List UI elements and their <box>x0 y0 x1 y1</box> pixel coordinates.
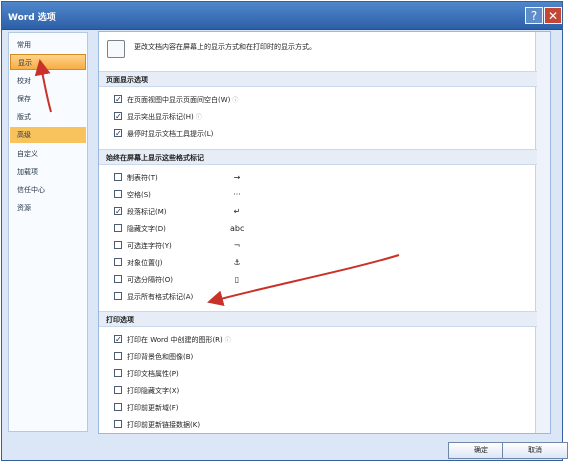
page-display-section: 页面显示选项 <box>99 71 537 87</box>
hidden-text-mark-icon: abc <box>230 224 245 233</box>
mark-option-tab[interactable]: 制表符(T) → <box>114 171 240 185</box>
intro-text: 更改文档内容在屏幕上的显示方式和在打印时的显示方式。 <box>134 43 316 51</box>
checkbox[interactable] <box>114 333 122 347</box>
option-label: 段落标记(M) <box>127 208 167 216</box>
mark-option-optional-break[interactable]: 可选分隔符(O) ▯ <box>114 273 239 287</box>
checkbox[interactable] <box>114 275 122 283</box>
option-label: 在页面视图中显示页面间空白(W) <box>127 96 231 104</box>
checkbox[interactable] <box>114 110 122 124</box>
sidebar-item-advanced[interactable]: 高级 <box>10 127 86 143</box>
sidebar-item-customize[interactable]: 自定义 <box>10 146 86 162</box>
mark-option-hidden-text[interactable]: 隐藏文字(D) abc <box>114 222 244 236</box>
document-icon <box>107 40 125 58</box>
option-label: 打印隐藏文字(X) <box>127 387 180 395</box>
option-label: 显示所有格式标记(A) <box>127 293 194 301</box>
sidebar-item-popular[interactable]: 常用 <box>10 37 86 53</box>
title-bar: Word 选项 ? ✕ <box>2 2 562 30</box>
checkbox[interactable] <box>114 241 122 249</box>
paragraph-mark-icon: ↵ <box>233 207 241 216</box>
sidebar-item-save[interactable]: 保存 <box>10 91 86 107</box>
formatting-marks-section: 始终在屏幕上显示这些格式标记 <box>99 149 537 165</box>
cancel-button[interactable]: 取消 <box>502 442 568 459</box>
hyphen-mark-icon: ¬ <box>233 241 241 250</box>
sidebar-item-display[interactable]: 显示 <box>10 54 86 70</box>
checkbox[interactable] <box>114 403 122 411</box>
anchor-icon: ⚓ <box>233 258 241 267</box>
close-button[interactable]: ✕ <box>544 7 562 24</box>
word-options-window: Word 选项 ? ✕ 常用 显示 校对 保存 版式 高级 自定义 加载项 信任… <box>1 1 568 461</box>
option-label: 显示突出显示标记(H) <box>127 113 194 121</box>
sidebar-item-resources[interactable]: 资源 <box>10 200 86 216</box>
checkbox[interactable] <box>114 420 122 428</box>
sidebar-item-add-ins[interactable]: 加载项 <box>10 164 86 180</box>
sidebar-item-proofing[interactable]: 校对 <box>10 73 86 89</box>
option-label: 制表符(T) <box>127 174 158 182</box>
help-button[interactable]: ? <box>525 7 543 24</box>
mark-option-space[interactable]: 空格(S) ··· <box>114 188 241 202</box>
space-mark-icon: ··· <box>233 190 241 199</box>
option-label: 可选分隔符(O) <box>127 276 173 284</box>
checkbox[interactable] <box>114 205 122 219</box>
option-label: 打印文档属性(P) <box>127 370 179 378</box>
break-mark-icon: ▯ <box>234 275 240 284</box>
checkbox[interactable] <box>114 224 122 232</box>
option-label: 空格(S) <box>127 191 151 199</box>
checkbox[interactable] <box>114 352 122 360</box>
info-icon: ⓘ <box>232 97 239 104</box>
info-icon: ⓘ <box>195 114 202 121</box>
print-option-hidden-text[interactable]: 打印隐藏文字(X) <box>114 384 179 398</box>
page-option-tooltips[interactable]: 悬停时显示文档工具提示(L) <box>114 127 213 141</box>
print-option-graphics[interactable]: 打印在 Word 中创建的图形(R)ⓘ <box>114 333 231 347</box>
options-sidebar: 常用 显示 校对 保存 版式 高级 自定义 加载项 信任中心 资源 <box>8 32 88 432</box>
checkbox[interactable] <box>114 93 122 107</box>
page-option-highlight[interactable]: 显示突出显示标记(H)ⓘ <box>114 110 202 124</box>
print-option-background[interactable]: 打印背景色和图像(B) <box>114 350 193 364</box>
option-label: 打印在 Word 中创建的图形(R) <box>127 336 223 344</box>
mark-option-all[interactable]: 显示所有格式标记(A) <box>114 290 193 304</box>
info-icon: ⓘ <box>224 337 231 344</box>
mark-option-object-anchor[interactable]: 对象位置(J) ⚓ <box>114 256 241 270</box>
option-label: 打印前更新链接数据(K) <box>127 421 201 429</box>
option-label: 打印背景色和图像(B) <box>127 353 194 361</box>
checkbox[interactable] <box>114 292 122 300</box>
option-label: 隐藏文字(D) <box>127 225 166 233</box>
mark-option-hyphen[interactable]: 可选连字符(Y) ¬ <box>114 239 240 253</box>
page-option-whitespace[interactable]: 在页面视图中显示页面间空白(W)ⓘ <box>114 93 238 107</box>
display-options-panel: 更改文档内容在屏幕上的显示方式和在打印时的显示方式。 页面显示选项 在页面视图中… <box>98 31 551 434</box>
option-label: 可选连字符(Y) <box>127 242 172 250</box>
sidebar-item-trust-center[interactable]: 信任中心 <box>10 182 86 198</box>
mark-option-paragraph[interactable]: 段落标记(M) ↵ <box>114 205 240 219</box>
print-options-section: 打印选项 <box>99 311 537 327</box>
print-option-properties[interactable]: 打印文档属性(P) <box>114 367 179 381</box>
option-label: 对象位置(J) <box>127 259 163 267</box>
print-option-update-links[interactable]: 打印前更新链接数据(K) <box>114 418 200 432</box>
tab-mark-icon: → <box>233 173 241 182</box>
checkbox[interactable] <box>114 386 122 394</box>
checkbox[interactable] <box>114 127 122 141</box>
checkbox[interactable] <box>114 190 122 198</box>
option-label: 打印前更新域(F) <box>127 404 179 412</box>
vertical-scrollbar[interactable] <box>535 32 550 433</box>
print-option-update-fields[interactable]: 打印前更新域(F) <box>114 401 179 415</box>
sidebar-item-layout[interactable]: 版式 <box>10 109 86 125</box>
checkbox[interactable] <box>114 369 122 377</box>
window-title: Word 选项 <box>8 13 56 23</box>
checkbox[interactable] <box>114 258 122 266</box>
option-label: 悬停时显示文档工具提示(L) <box>127 130 214 138</box>
checkbox[interactable] <box>114 173 122 181</box>
